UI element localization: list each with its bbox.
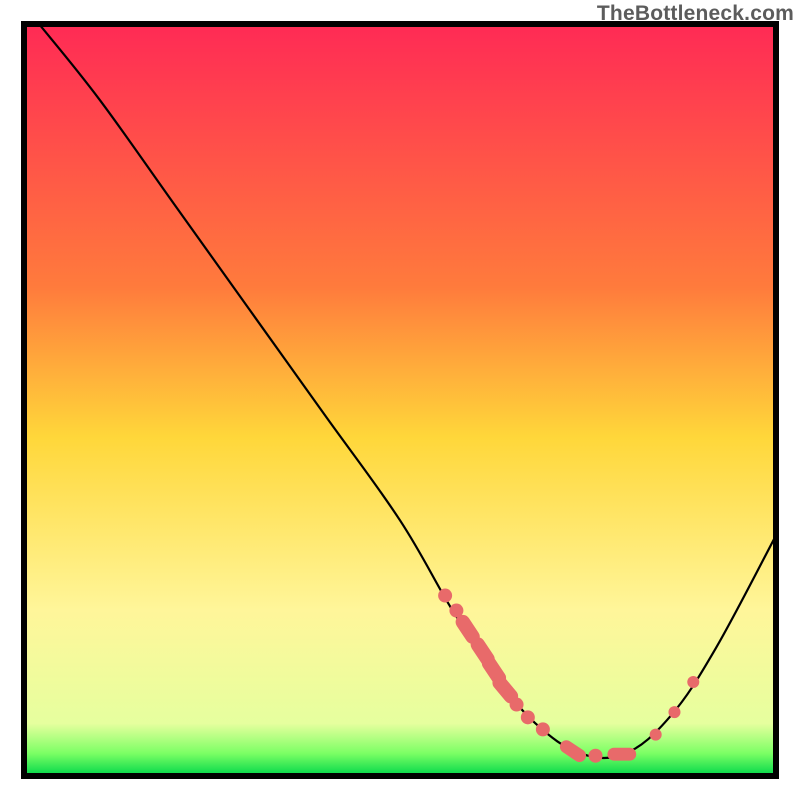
curve-marker <box>438 589 452 603</box>
watermark-text: TheBottleneck.com <box>597 2 794 26</box>
curve-marker <box>687 676 699 688</box>
chart-container: TheBottleneck.com <box>0 0 800 800</box>
curve-marker <box>650 729 662 741</box>
curve-marker <box>536 722 550 736</box>
curve-marker <box>521 710 535 724</box>
curve-marker <box>589 749 603 763</box>
curve-marker <box>607 748 636 761</box>
bottleneck-curve-chart <box>0 0 800 800</box>
curve-marker <box>668 706 680 718</box>
curve-marker <box>510 698 524 712</box>
plot-background <box>24 24 776 776</box>
